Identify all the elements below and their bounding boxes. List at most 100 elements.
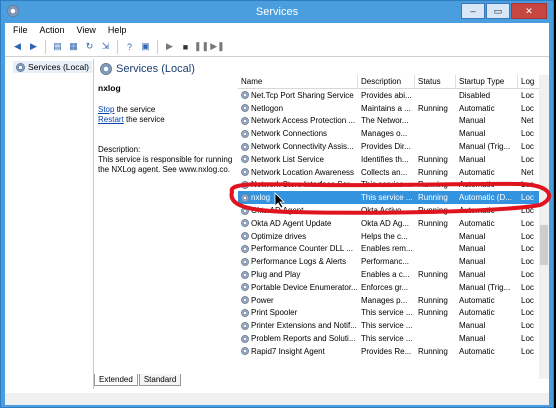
tree-item-label: Services (Local) xyxy=(28,62,89,72)
service-name-text: Network Access Protection ... xyxy=(251,116,356,126)
cell-name: Network Connectivity Assis... xyxy=(238,142,358,151)
service-name-text: Plug and Play xyxy=(251,270,301,280)
cell-startup-type: Automatic xyxy=(459,218,495,228)
forward-icon[interactable]: ▶ xyxy=(27,40,40,53)
help-icon[interactable]: ? xyxy=(123,40,136,53)
cell-description: Enables rem... xyxy=(361,244,413,254)
cell-status: Running xyxy=(418,270,448,280)
table-row[interactable]: Performance Logs & Alerts Performanc... Ma… xyxy=(238,255,549,268)
cell-startup-type: Automatic xyxy=(459,295,495,305)
table-row[interactable]: Print Spooler This service ... Running Auto… xyxy=(238,307,549,320)
table-row[interactable]: Performance Counter DLL ... Enables rem..… xyxy=(238,243,549,256)
export-icon[interactable]: ⇲ xyxy=(99,40,112,53)
table-row[interactable]: nxlog This service ... Running Automatic (D… xyxy=(238,191,549,205)
cell-name: Power xyxy=(238,296,358,305)
cell-description: This service ... xyxy=(361,308,413,318)
service-gear-icon xyxy=(241,219,249,228)
panel-header-icon xyxy=(100,63,112,75)
menu-view[interactable]: View xyxy=(77,25,96,35)
pause-service-icon[interactable]: ❚❚ xyxy=(194,40,209,53)
menu-action[interactable]: Action xyxy=(40,25,65,35)
vertical-scrollbar[interactable] xyxy=(539,75,549,379)
table-row[interactable]: Network Store Interface Ser... This servi… xyxy=(238,179,549,192)
table-row[interactable]: Okta AD Agent Update Okta AD Ag... Running… xyxy=(238,217,549,230)
cell-startup-type: Manual xyxy=(459,334,486,344)
cell-status: Running xyxy=(418,154,448,164)
menu-help[interactable]: Help xyxy=(108,25,127,35)
table-row[interactable]: Okta AD Agent Okta Active ... Running Autom… xyxy=(238,204,549,217)
service-name-text: Portable Device Enumerator... xyxy=(251,282,358,292)
table-row[interactable]: Network Connections Manages o... Manual Loc xyxy=(238,127,549,140)
stop-text: the service xyxy=(114,105,156,114)
service-gear-icon xyxy=(241,347,249,356)
properties-icon[interactable]: ▦ xyxy=(67,40,80,53)
cell-startup-type: Manual (Trig... xyxy=(459,142,511,152)
toolbar-separator xyxy=(117,39,118,54)
column-header-status[interactable]: Status xyxy=(415,75,456,88)
cell-name: Printer Extensions and Notif... xyxy=(238,321,358,330)
cell-name: Problem Reports and Soluti... xyxy=(238,334,358,343)
service-name-text: Performance Logs & Alerts xyxy=(251,257,347,267)
close-button[interactable]: ✕ xyxy=(511,3,547,19)
cell-startup-type: Automatic xyxy=(459,308,495,318)
service-gear-icon xyxy=(241,270,249,279)
title-bar[interactable]: Services – ▭ ✕ xyxy=(1,1,553,23)
list-header: Name Description Status Startup Type Log xyxy=(238,75,549,89)
service-gear-icon xyxy=(241,168,249,177)
restart-service-icon[interactable]: ▶❚ xyxy=(210,40,224,53)
stop-service-icon[interactable]: ■ xyxy=(179,40,192,53)
console-icon[interactable]: ▣ xyxy=(139,40,152,53)
table-row[interactable]: Optimize drives Helps the c... Manual Loc xyxy=(238,230,549,243)
cell-name: Net.Tcp Port Sharing Service xyxy=(238,91,358,100)
cell-startup-type: Automatic xyxy=(459,103,495,113)
cell-name: Performance Counter DLL ... xyxy=(238,244,358,253)
refresh-icon[interactable]: ↻ xyxy=(83,40,96,53)
table-row[interactable]: Problem Reports and Soluti... This servic… xyxy=(238,332,549,345)
cell-status: Running xyxy=(418,218,448,228)
scrollbar-thumb[interactable] xyxy=(540,225,548,265)
column-header-startup-type[interactable]: Startup Type xyxy=(456,75,518,88)
stop-link[interactable]: Stop xyxy=(98,105,114,114)
restart-line: Restart the service xyxy=(98,115,243,125)
table-row[interactable]: Printer Extensions and Notif... This serv… xyxy=(238,319,549,332)
table-row[interactable]: Power Manages p... Running Automatic Loc xyxy=(238,294,549,307)
back-icon[interactable]: ◀ xyxy=(11,40,24,53)
cell-startup-type: Manual xyxy=(459,270,486,280)
cell-description: This service ... xyxy=(361,180,413,190)
menu-file[interactable]: File xyxy=(13,25,28,35)
services-app-icon xyxy=(7,5,19,17)
service-gear-icon xyxy=(241,334,249,343)
maximize-button[interactable]: ▭ xyxy=(486,3,510,19)
cell-startup-type: Manual (Trig... xyxy=(459,282,511,292)
tab-standard[interactable]: Standard xyxy=(138,374,182,386)
table-row[interactable]: Network Connectivity Assis... Provides Di… xyxy=(238,140,549,153)
minimize-button[interactable]: – xyxy=(461,3,485,19)
column-header-name[interactable]: Name xyxy=(238,75,358,88)
service-gear-icon xyxy=(241,104,249,113)
table-row[interactable]: Rapid7 Insight Agent Provides Re... Runnin… xyxy=(238,345,549,358)
cell-name: Network Access Protection ... xyxy=(238,116,358,125)
tab-extended[interactable]: Extended xyxy=(94,374,138,386)
table-row[interactable]: Portable Device Enumerator... Enforces gr… xyxy=(238,281,549,294)
cell-startup-type: Automatic xyxy=(459,346,495,356)
show-tree-icon[interactable]: ▤ xyxy=(51,40,64,53)
service-description-pane: nxlog Stop the service Restart the servi… xyxy=(98,83,243,175)
service-name-text: Network Location Awareness xyxy=(251,167,355,177)
cell-name: Network Store Interface Ser... xyxy=(238,180,358,189)
table-row[interactable]: Netlogon Maintains a ... Running Automatic L… xyxy=(238,102,549,115)
table-row[interactable]: Plug and Play Enables a c... Running Manual… xyxy=(238,268,549,281)
cell-startup-type: Automatic xyxy=(459,180,495,190)
service-gear-icon xyxy=(241,129,249,138)
cell-description: Provides Dir... xyxy=(361,142,411,152)
restart-link[interactable]: Restart xyxy=(98,115,124,124)
table-row[interactable]: Network Location Awareness Collects an...… xyxy=(238,166,549,179)
service-name-text: Network Connectivity Assis... xyxy=(251,142,354,152)
table-row[interactable]: Network List Service Identifies th... Runn… xyxy=(238,153,549,166)
client-area: Services (Local) Services (Local) nxlog … xyxy=(5,57,549,393)
description-label: Description: xyxy=(98,145,141,154)
table-row[interactable]: Network Access Protection ... The Networ.… xyxy=(238,115,549,128)
start-service-icon[interactable]: ▶ xyxy=(163,40,176,53)
table-row[interactable]: Net.Tcp Port Sharing Service Provides abi… xyxy=(238,89,549,102)
column-header-description[interactable]: Description xyxy=(358,75,415,88)
tree-item-services-local[interactable]: Services (Local) xyxy=(13,61,92,73)
